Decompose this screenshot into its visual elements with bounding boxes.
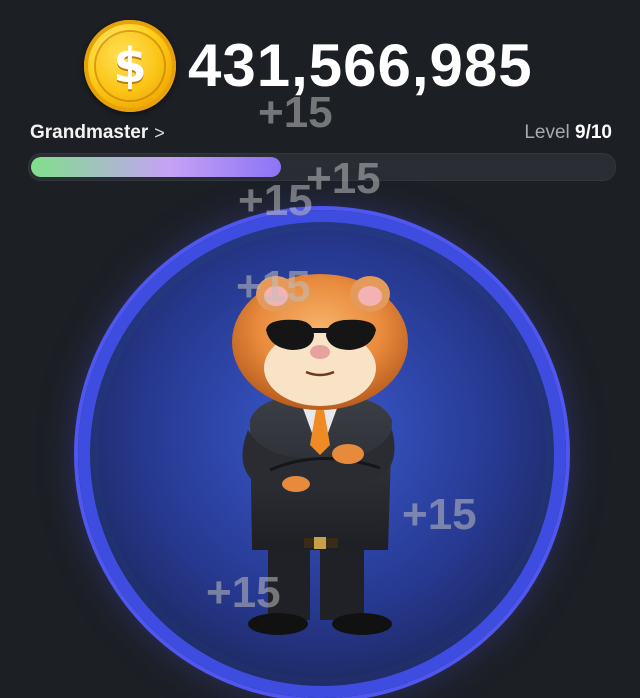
tap-reward-popup: +15 <box>236 262 311 311</box>
tap-reward-popup: +15 <box>258 88 333 137</box>
tap-reward-popup: +15 <box>306 154 381 203</box>
tap-reward-popup: +15 <box>206 568 281 617</box>
tap-reward-popup: +15 <box>402 490 477 539</box>
tap-reward-popup: +15 <box>238 176 313 225</box>
